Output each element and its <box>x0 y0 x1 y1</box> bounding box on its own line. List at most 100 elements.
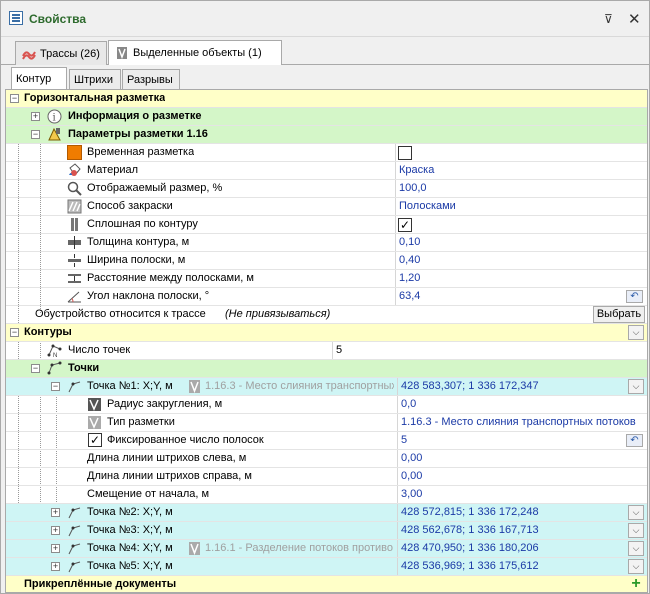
point-coords-value[interactable]: 428 583,307; 1 336 172,347 <box>397 378 647 395</box>
tab-routes[interactable]: Трассы (26) <box>15 41 107 65</box>
expand-toggle[interactable]: + <box>31 112 40 121</box>
prop-label: Способ закраски <box>87 200 173 212</box>
expand-toggle[interactable]: + <box>51 508 60 517</box>
points-title: Точки <box>68 362 100 374</box>
info-title: Информация о разметке <box>68 110 202 122</box>
stripe-angle-value[interactable]: 63,4 <box>395 288 647 305</box>
info-group-row[interactable]: + i Информация о разметке <box>6 108 647 126</box>
dash-left-value[interactable]: 0,00 <box>397 450 647 467</box>
corner-radius-value[interactable]: 0,0 <box>397 396 647 413</box>
subtab-gaps[interactable]: Разрывы <box>122 69 180 89</box>
collapse-toggle[interactable]: − <box>31 130 40 139</box>
points-group-row[interactable]: − Точки <box>6 360 647 378</box>
point-icon <box>68 381 81 393</box>
point-2-row[interactable]: + Точка №2: X;Y, м 428 572,815; 1 336 17… <box>6 504 647 522</box>
expand-toggle[interactable]: + <box>51 544 60 553</box>
point-1-row[interactable]: − Точка №1: X;Y, м 1.16.3 - Место слияни… <box>6 378 647 396</box>
prop-dash-right: Длина линии штрихов справа, м 0,00 <box>6 468 647 486</box>
point-label: Точка №4: X;Y, м <box>87 542 173 554</box>
marking-type-icon <box>88 416 101 429</box>
collapse-toggle[interactable]: − <box>10 94 19 103</box>
stripe-width-value[interactable]: 0,40 <box>395 252 647 269</box>
point-icon <box>68 507 81 519</box>
collapse-toggle[interactable]: − <box>51 382 60 391</box>
points-icon <box>47 361 62 375</box>
expand-toggle[interactable]: + <box>51 526 60 535</box>
fill-method-value[interactable]: Полосками <box>395 198 647 215</box>
subtab-contour-label: Контур <box>16 72 52 85</box>
point-5-row[interactable]: + Точка №5: X;Y, м 428 536,969; 1 336 17… <box>6 558 647 576</box>
dash-right-value[interactable]: 0,00 <box>397 468 647 485</box>
choose-route-button[interactable]: Выбрать <box>593 306 645 323</box>
points-count-value[interactable]: 5 <box>332 342 647 359</box>
prop-label: Ширина полоски, м <box>87 254 186 266</box>
tab-routes-label: Трассы (26) <box>40 47 100 60</box>
prop-label: Длина линии штрихов слева, м <box>87 452 247 464</box>
point-label: Точка №5: X;Y, м <box>87 560 173 572</box>
prop-label: Фиксированное число полосок <box>107 434 264 446</box>
point-coords-value[interactable]: 428 562,678; 1 336 167,713 <box>397 522 647 539</box>
solid-contour-checkbox[interactable]: ✓ <box>398 218 412 232</box>
point-coords-value[interactable]: 428 572,815; 1 336 172,248 <box>397 504 647 521</box>
material-value[interactable]: Краска <box>395 162 647 179</box>
close-icon[interactable]: ✕ <box>628 10 641 28</box>
subtab-strokes[interactable]: Штрихи <box>69 69 121 89</box>
prop-value-cell <box>395 216 647 233</box>
subtab-strokes-label: Штрихи <box>74 73 114 86</box>
prop-dash-left: Длина линии штрихов слева, м 0,00 <box>6 450 647 468</box>
reset-icon[interactable]: ↶ <box>626 290 643 303</box>
collapse-toggle[interactable]: − <box>31 364 40 373</box>
chevron-down-icon[interactable]: ⌵ <box>628 379 644 394</box>
point-hint: 1.16.3 - Место слияния транспортных <box>205 380 394 392</box>
fixed-stripe-count-value[interactable]: 5 <box>397 432 647 449</box>
hatch-fill-icon <box>67 199 82 214</box>
stripe-spacing-value[interactable]: 1,20 <box>395 270 647 287</box>
section-title: Контуры <box>24 326 72 338</box>
section-horizontal-marking[interactable]: − Горизонтальная разметка <box>6 90 647 108</box>
tab-selected-label: Выделенные объекты (1) <box>133 47 262 59</box>
chevron-down-icon[interactable]: ⌵ <box>628 505 644 520</box>
reset-icon[interactable]: ↶ <box>626 434 643 447</box>
fixed-count-checkbox-icon: ✓ <box>88 433 102 447</box>
point-coords-value[interactable]: 428 536,969; 1 336 175,612 <box>397 558 647 575</box>
point-4-row[interactable]: + Точка №4: X;Y, м 1.16.1 - Разделение п… <box>6 540 647 558</box>
route-label: Обустройство относится к трассе <box>35 308 206 320</box>
title-bar: Свойства ⊽ ✕ <box>1 1 649 37</box>
subtab-contour[interactable]: Контур <box>11 67 67 89</box>
add-icon[interactable]: + <box>628 576 644 592</box>
marking-type-value[interactable]: 1.16.3 - Место слияния транспортных пото… <box>397 414 647 431</box>
prop-label: Длина линии штрихов справа, м <box>87 470 252 482</box>
point-3-row[interactable]: + Точка №3: X;Y, м 428 562,678; 1 336 16… <box>6 522 647 540</box>
params-group-row[interactable]: − Параметры разметки 1.16 <box>6 126 647 144</box>
chevron-down-icon[interactable]: ⌵ <box>628 325 644 340</box>
properties-window: Свойства ⊽ ✕ Трассы (26) Выделенные объе… <box>0 0 650 594</box>
selection-icon <box>117 47 127 59</box>
pin-icon[interactable]: ⊽ <box>604 12 613 26</box>
point-icon <box>68 561 81 573</box>
params-title: Параметры разметки 1.16 <box>68 128 208 140</box>
section-contours[interactable]: − Контуры ⌵ <box>6 324 647 342</box>
prop-offset: Смещение от начала, м 3,00 <box>6 486 647 504</box>
prop-temporary-marking: Временная разметка <box>6 144 647 162</box>
prop-fixed-stripe-count: ✓ Фиксированное число полосок 5 ↶ <box>6 432 647 450</box>
chevron-down-icon[interactable]: ⌵ <box>628 559 644 574</box>
contour-thickness-value[interactable]: 0,10 <box>395 234 647 251</box>
point-label: Точка №3: X;Y, м <box>87 524 173 536</box>
chevron-down-icon[interactable]: ⌵ <box>628 523 644 538</box>
display-size-value[interactable]: 100,0 <box>395 180 647 197</box>
marking-type-icon <box>189 542 200 556</box>
property-grid: − Горизонтальная разметка + i Информация… <box>5 89 648 593</box>
temporary-marking-checkbox[interactable] <box>398 146 412 160</box>
prop-value-cell <box>395 144 647 161</box>
section-attached-documents[interactable]: Прикреплённые документы + <box>6 576 647 592</box>
prop-stripe-width: Ширина полоски, м 0,40 <box>6 252 647 270</box>
point-coords-value[interactable]: 428 470,950; 1 336 180,206 <box>397 540 647 557</box>
point-icon <box>68 543 81 555</box>
prop-material: Материал Краска <box>6 162 647 180</box>
chevron-down-icon[interactable]: ⌵ <box>628 541 644 556</box>
tab-selected-objects[interactable]: Выделенные объекты (1) <box>108 40 282 65</box>
collapse-toggle[interactable]: − <box>10 328 19 337</box>
expand-toggle[interactable]: + <box>51 562 60 571</box>
marking-params-icon <box>48 127 61 141</box>
offset-value[interactable]: 3,00 <box>397 486 647 503</box>
